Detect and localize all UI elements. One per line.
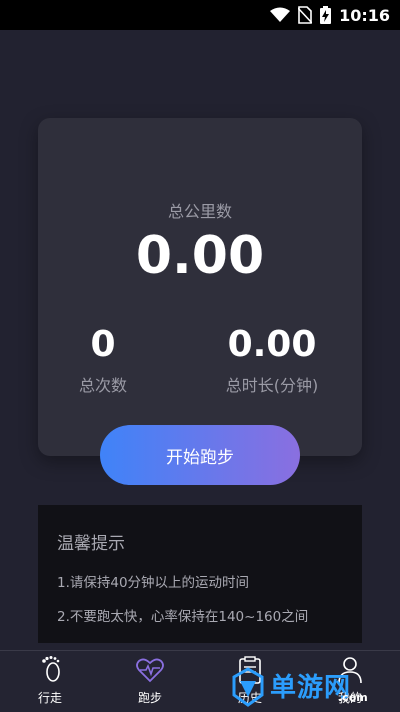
tip-item: 2.不要跑太快，心率保持在140~160之间 bbox=[57, 609, 309, 625]
tab-walk-label: 行走 bbox=[37, 691, 62, 705]
wifi-icon bbox=[270, 7, 291, 23]
start-running-button[interactable]: 开始跑步 bbox=[100, 425, 300, 485]
total-km-value: 0.00 bbox=[135, 226, 265, 286]
total-count-value: 0 bbox=[90, 324, 116, 365]
tips-panel: 温馨提示 1.请保持40分钟以上的运动时间 2.不要跑太快，心率保持在140~1… bbox=[38, 505, 362, 643]
tab-run-label: 跑步 bbox=[137, 691, 162, 705]
total-count-stat: 0 总次数 bbox=[28, 324, 178, 396]
no-sim-icon bbox=[298, 6, 313, 24]
total-count-label: 总次数 bbox=[78, 376, 127, 395]
tab-run[interactable]: 跑步 bbox=[100, 651, 200, 712]
battery-charging-icon bbox=[320, 6, 332, 24]
total-duration-stat: 0.00 总时长(分钟) bbox=[197, 324, 347, 396]
watermark-domain: .com bbox=[338, 691, 368, 704]
tips-title: 温馨提示 bbox=[57, 534, 125, 554]
heart-pulse-icon bbox=[135, 655, 165, 685]
tab-walk[interactable]: 行走 bbox=[0, 651, 100, 712]
tip-item: 1.请保持40分钟以上的运动时间 bbox=[57, 575, 250, 591]
total-duration-value: 0.00 bbox=[227, 324, 317, 365]
total-km-label: 总公里数 bbox=[167, 202, 232, 221]
stats-card: 总公里数 0.00 0 总次数 0.00 总时长(分钟) bbox=[38, 118, 362, 456]
clock: 10:16 bbox=[339, 5, 390, 25]
watermark-emblem bbox=[232, 667, 264, 707]
watermark-logo: 单游网 .com bbox=[228, 663, 398, 711]
status-bar: 10:16 bbox=[0, 0, 400, 30]
total-duration-label: 总时长(分钟) bbox=[225, 376, 319, 395]
status-icons: 10:16 bbox=[270, 5, 390, 25]
footprint-icon bbox=[35, 655, 65, 685]
